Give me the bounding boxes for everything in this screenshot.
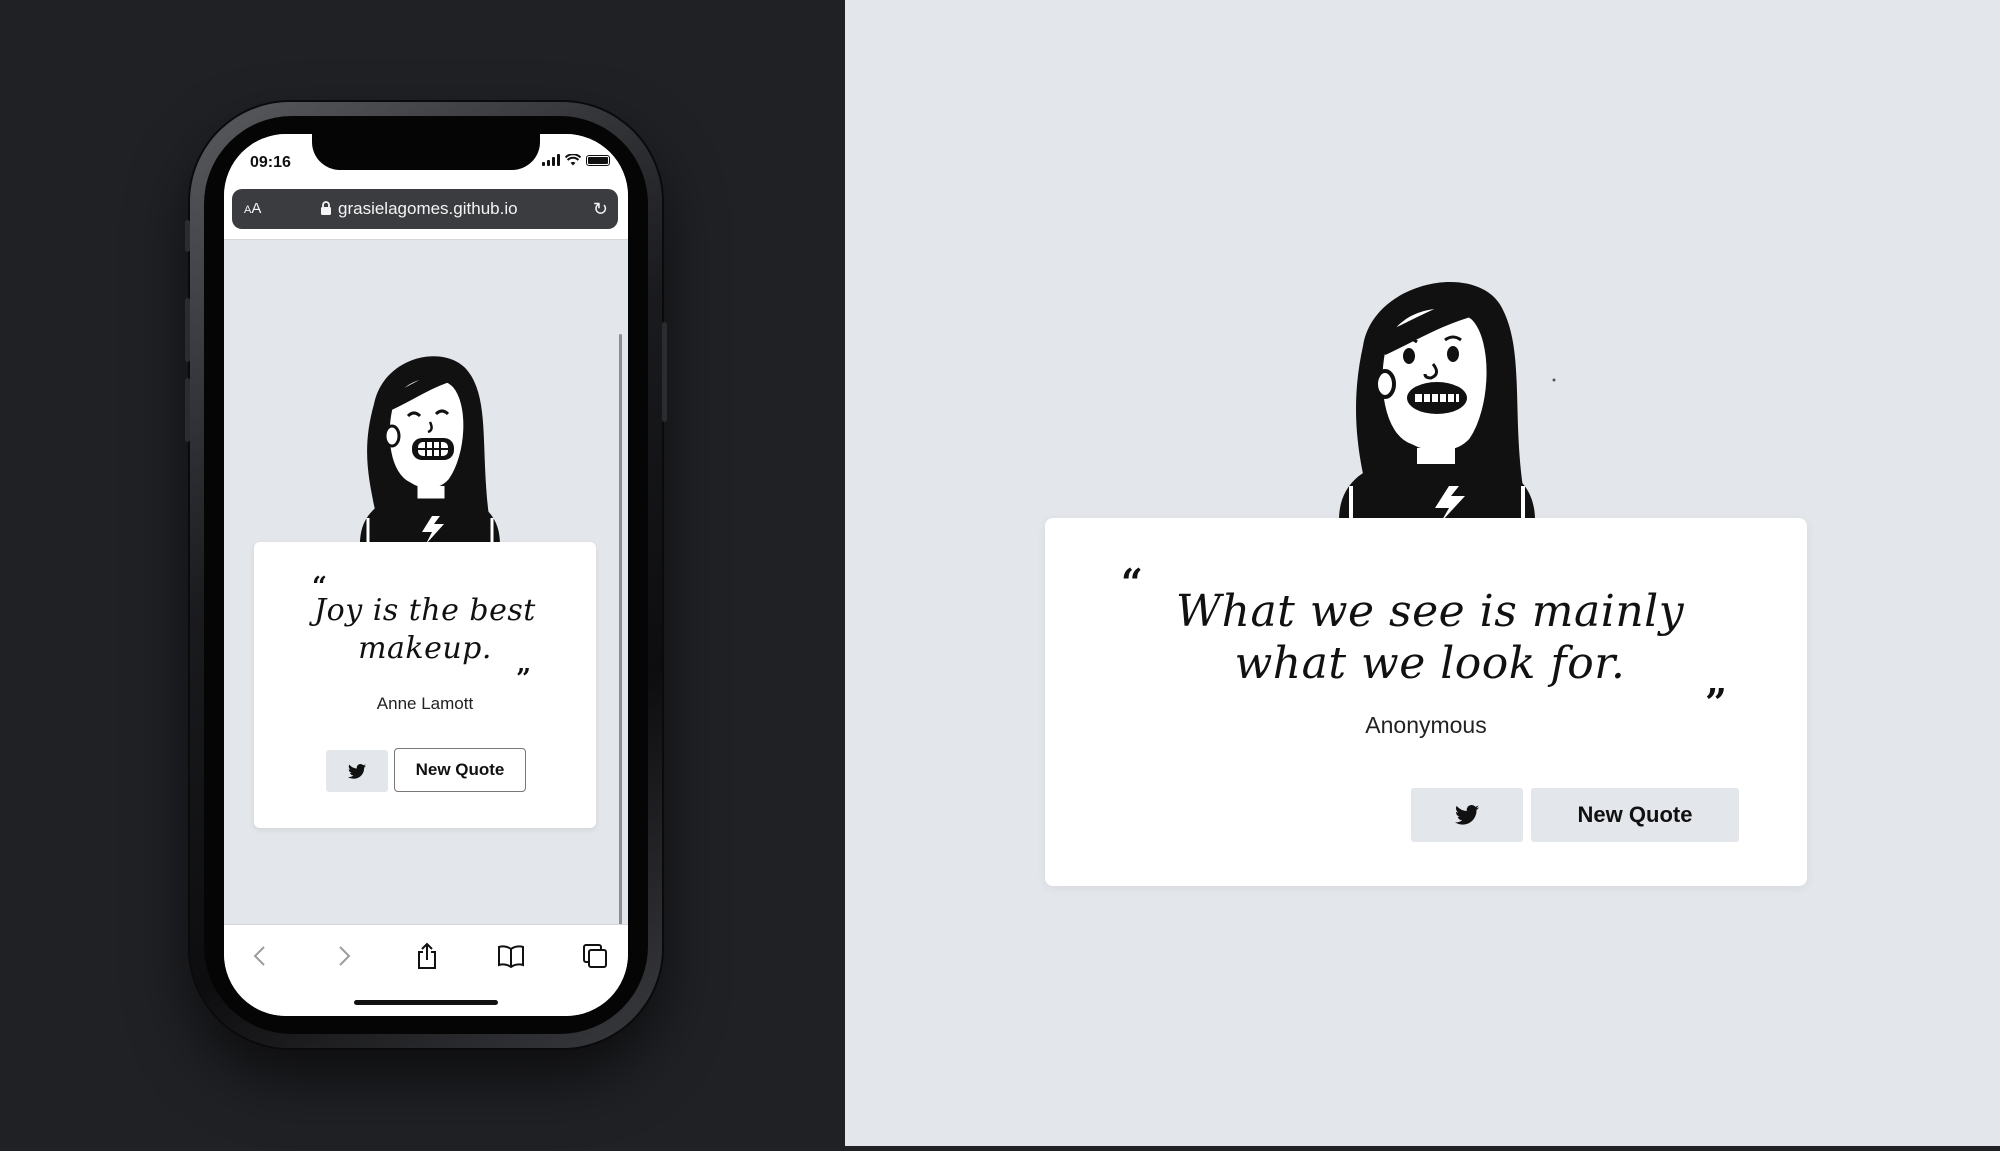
phone-notch <box>312 134 540 170</box>
lock-icon <box>321 201 331 215</box>
left-dark-background: 09:16 AAAA <box>0 0 845 1151</box>
phone-mute-switch <box>185 220 190 252</box>
home-indicator[interactable] <box>354 1000 498 1005</box>
phone-screen: 09:16 AAAA <box>224 134 628 1016</box>
twitter-icon <box>1455 805 1479 825</box>
open-quote-mark-icon: “ <box>1121 560 1143 605</box>
girl-illustration <box>360 356 500 544</box>
tabs-icon[interactable] <box>580 941 610 971</box>
quote-author: Anne Lamott <box>376 694 474 713</box>
phone-volume-down <box>185 378 190 442</box>
phone-mockup: 09:16 AAAA <box>185 102 667 1048</box>
url-text: grasielagomes.github.io <box>338 199 518 218</box>
tweet-button[interactable] <box>1411 788 1523 842</box>
status-icons <box>542 154 610 166</box>
back-icon[interactable] <box>244 941 274 971</box>
quote-text: What we see is mainly what we look for. <box>1175 586 1685 689</box>
status-time: 09:16 <box>250 154 291 171</box>
phone-power-button <box>662 322 667 422</box>
scrollbar[interactable] <box>619 334 622 934</box>
new-quote-button[interactable]: New Quote <box>394 748 526 792</box>
battery-icon <box>586 154 610 166</box>
quote-card-desktop: “ What we see is mainly what we look for… <box>1045 518 1807 886</box>
quote-card-mobile: “ Joy is the best makeup. ” Anne Lamott … <box>254 542 596 828</box>
quote-author: Anonymous <box>1365 712 1487 738</box>
tweet-button[interactable] <box>326 750 388 792</box>
twitter-icon <box>348 763 366 779</box>
new-quote-button[interactable]: New Quote <box>1531 788 1739 842</box>
reload-icon[interactable]: ↻ <box>593 199 608 220</box>
wifi-icon <box>565 154 581 166</box>
text-size-button[interactable]: AAAA <box>244 200 261 217</box>
browser-address-area: AAAA grasielagomes.github.io ↻ <box>224 184 628 240</box>
address-bar[interactable]: AAAA grasielagomes.github.io ↻ <box>232 189 618 229</box>
close-quote-mark-icon: ” <box>516 664 531 694</box>
quote-text: Joy is the best makeup. <box>314 593 536 666</box>
phone-volume-up <box>185 298 190 362</box>
girl-illustration-desktop <box>1339 282 1556 520</box>
bookmarks-icon[interactable] <box>496 941 526 971</box>
desktop-page: “ What we see is mainly what we look for… <box>845 0 2000 1146</box>
share-icon[interactable] <box>412 941 442 971</box>
forward-icon[interactable] <box>330 941 360 971</box>
cellular-signal-icon <box>542 154 560 166</box>
